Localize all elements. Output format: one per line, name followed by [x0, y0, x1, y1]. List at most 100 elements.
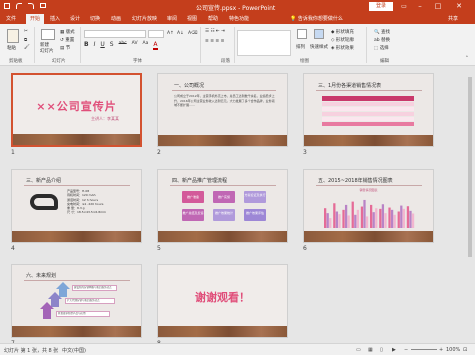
scrollbar-thumb[interactable] — [468, 77, 472, 257]
shape-effect-button[interactable]: ◈ 形状效果 — [331, 45, 354, 51]
chart-bar — [338, 214, 341, 228]
save-icon[interactable] — [4, 3, 10, 9]
normal-view-icon[interactable]: ▭ — [356, 347, 361, 353]
vertical-scrollbar[interactable] — [466, 67, 474, 343]
underline-button[interactable]: U — [100, 41, 104, 50]
tab-review[interactable]: 审阅 — [167, 15, 177, 22]
minimize-button[interactable]: – — [413, 1, 427, 12]
select-button[interactable]: ⬚ 选择 — [374, 45, 389, 51]
slide-sorter-icon[interactable]: ▦ — [368, 347, 373, 353]
maximize-button[interactable]: □ — [431, 1, 445, 12]
slide-thumbnail-1[interactable]: ××公司宣传片 主讲人：李某某 — [11, 73, 142, 147]
zoom-in-button[interactable]: + — [439, 347, 443, 353]
slide-thumbnail-4[interactable]: 三、新产品介绍 产品型号：H-08 待机时间：120 mAh 通话时间：12 h… — [11, 169, 142, 243]
slide-thumbnail-2[interactable]: 一、公司概况 公司成立于2012年，主营手机外壳上市，总员工达到数千余名，业绩稳… — [157, 73, 288, 147]
tab-slideshow[interactable]: 幻灯片放映 — [132, 15, 157, 22]
zoom-slider[interactable] — [411, 349, 437, 350]
language-status[interactable]: 中文(中国) — [62, 347, 86, 354]
tab-features[interactable]: 特色功能 — [229, 15, 249, 22]
slide-number: 1 — [11, 149, 15, 156]
paste-icon[interactable] — [7, 29, 19, 43]
wood-floor — [304, 135, 433, 146]
shape-fill-button[interactable]: ◆ 形状填充 — [331, 29, 354, 35]
align-icons[interactable]: ≡ ≡ ≡ ≡ — [205, 39, 224, 44]
chart-bar — [342, 209, 345, 228]
section-button[interactable]: ▤ 节 — [60, 45, 70, 51]
strikethrough-button[interactable]: abc — [119, 41, 127, 50]
slide-thumbnail-7[interactable]: 六、未来规划 建设新的分销网络与售后服务站点 扩大代理分销与售后服务站点 开发更… — [11, 264, 142, 338]
zoom-out-button[interactable]: − — [404, 347, 408, 353]
tab-design[interactable]: 设计 — [70, 15, 80, 22]
slideshow-view-icon[interactable]: ▶ — [392, 347, 396, 353]
new-slide-icon[interactable] — [41, 29, 55, 40]
arrange-button[interactable]: 排列 — [296, 44, 305, 50]
slide-3-title: 三、1月份各渠道销售情况表 — [318, 83, 382, 89]
chart-bar — [344, 204, 348, 228]
shrink-font-icon[interactable]: A↓ — [177, 31, 184, 36]
tell-me-box[interactable]: 💡 告诉我你想要做什么 — [290, 15, 343, 22]
close-button[interactable]: ✕ — [452, 1, 466, 12]
title-underline — [24, 280, 130, 281]
chart-bar — [324, 208, 327, 228]
slide-thumbnail-8[interactable]: 谢谢观看！ — [157, 264, 288, 338]
redo-icon[interactable] — [28, 3, 34, 9]
slide-thumbnail-3[interactable]: 三、1月份各渠道销售情况表 — [303, 73, 434, 147]
slide-1-title: ××公司宣传片 — [36, 100, 117, 113]
shapes-gallery[interactable] — [237, 30, 291, 56]
change-case-button[interactable]: Aa — [143, 41, 149, 50]
chart-bar — [390, 209, 394, 228]
font-name-input[interactable] — [84, 30, 146, 38]
share-button[interactable]: 共享 — [448, 15, 458, 22]
bold-button[interactable]: B — [84, 41, 89, 50]
slideshow-icon[interactable] — [40, 3, 46, 8]
outline-label: 形状轮廓 — [335, 38, 354, 43]
slide-thumbnail-5[interactable]: 四、新产品推广管理流程 推广准备 推广实施 方案论证及执行 推广总结及反馈 推广… — [157, 169, 288, 243]
shadow-button[interactable]: S — [110, 41, 114, 50]
slide-thumbnail-6[interactable]: 五、2015~2018年销售情况图表 销售情况图表 — [303, 169, 434, 243]
paste-button[interactable]: 粘贴 — [7, 45, 16, 51]
tab-help[interactable]: 帮助 — [208, 15, 218, 22]
zoom-level[interactable]: 100% — [446, 347, 460, 353]
spec-item: 尺 寸：18.5×43.5×6.8mm — [67, 210, 106, 215]
font-color-button[interactable]: A — [153, 41, 158, 50]
ribbon-display-button[interactable]: ▭ — [397, 1, 411, 12]
table-row — [322, 107, 414, 111]
format-painter-icon[interactable]: 🖌 — [24, 45, 30, 50]
clear-format-icon[interactable]: A⌫ — [188, 31, 197, 36]
tab-transitions[interactable]: 切换 — [90, 15, 100, 22]
copy-icon[interactable]: ⧉ — [24, 37, 27, 43]
table-row — [322, 117, 414, 121]
tab-home[interactable]: 开始 — [26, 14, 45, 24]
reading-view-icon[interactable]: ▯ — [380, 347, 383, 353]
shape-outline-button[interactable]: ◇ 形状轮廓 — [331, 37, 354, 43]
ribbon-tabs: 文件 开始 插入 设计 切换 动画 幻灯片放映 审阅 视图 帮助 特色功能 💡 … — [0, 13, 475, 24]
collapse-ribbon-icon[interactable]: ⌃ — [465, 56, 469, 61]
signin-button[interactable]: 登录 — [369, 2, 393, 11]
cut-icon[interactable]: ✂ — [24, 29, 28, 34]
undo-icon[interactable] — [16, 3, 22, 9]
grow-font-icon[interactable]: A↑ — [167, 31, 174, 36]
reset-button[interactable]: ↺ 重置 — [60, 37, 74, 43]
layout-button[interactable]: ▦ 版式 — [60, 29, 75, 35]
char-spacing-button[interactable]: AV — [132, 41, 138, 50]
tab-insert[interactable]: 插入 — [50, 15, 60, 22]
fit-slide-icon[interactable]: ⊡ — [463, 347, 467, 353]
arrange-icon[interactable] — [297, 29, 307, 39]
new-slide-button[interactable]: 新建 幻灯片 — [40, 42, 54, 54]
tab-animations[interactable]: 动画 — [111, 15, 121, 22]
chart-bar — [326, 213, 329, 228]
bullets-icon[interactable]: ☰ ☷ ⇤ ⇥ — [205, 29, 225, 34]
tab-view[interactable]: 视图 — [187, 15, 197, 22]
slide-2-title: 一、公司概况 — [174, 83, 205, 89]
italic-button[interactable]: I — [94, 41, 96, 50]
find-button[interactable]: 🔍 查找 — [374, 29, 390, 35]
tab-file[interactable]: 文件 — [6, 15, 16, 22]
quick-styles-icon[interactable] — [314, 29, 324, 39]
quick-styles-button[interactable]: 快速样式 — [310, 44, 328, 50]
font-size-input[interactable] — [148, 30, 164, 38]
replace-button[interactable]: ab 替换 — [374, 37, 390, 43]
chart-bar — [388, 207, 391, 228]
layout-label: 版式 — [65, 30, 75, 35]
wood-floor — [158, 231, 287, 242]
font-group-label: 字体 — [133, 59, 142, 64]
